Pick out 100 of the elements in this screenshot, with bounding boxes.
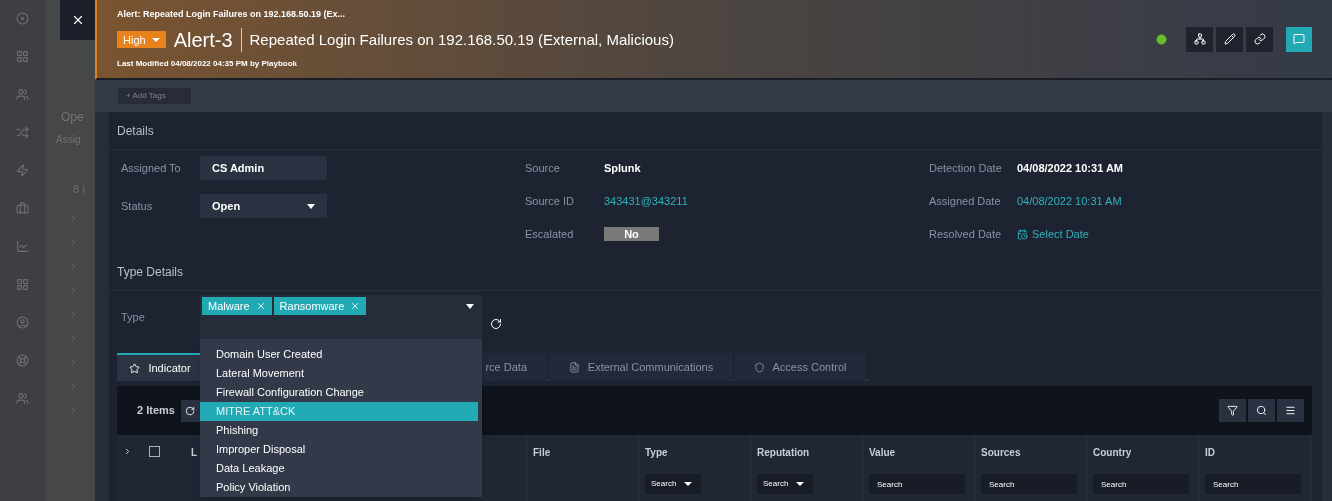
column-header: Sources <box>981 446 1021 460</box>
menu-icon <box>1285 405 1296 416</box>
column-filter-select[interactable]: Search <box>757 474 813 494</box>
last-modified: Last Modified 04/08/2022 04:35 PM by Playbook <box>117 57 299 70</box>
caret-icon <box>466 304 474 309</box>
link-button[interactable] <box>1246 26 1273 52</box>
remove-icon[interactable] <box>255 301 266 311</box>
remove-icon[interactable] <box>350 301 361 311</box>
search-button[interactable] <box>1248 399 1275 422</box>
briefcase-icon[interactable] <box>16 202 29 215</box>
hierarchy-button[interactable] <box>1186 26 1213 52</box>
type-tag: Ransomware <box>273 297 367 315</box>
type-option[interactable]: Phishing <box>200 421 478 440</box>
hierarchy-icon <box>1193 33 1206 45</box>
caret-icon <box>151 37 160 42</box>
users-icon[interactable] <box>16 88 29 101</box>
pencil-icon <box>1223 33 1236 45</box>
field-label: Escalated <box>525 226 575 242</box>
alert-id: Alert-3 <box>173 27 233 53</box>
shuffle-icon[interactable] <box>16 126 29 139</box>
chevron-icon[interactable] <box>69 213 78 223</box>
column-header: Country <box>1093 446 1132 460</box>
status-select[interactable]: Open <box>200 194 327 218</box>
star-icon <box>129 362 141 374</box>
expand-icon[interactable] <box>123 447 132 456</box>
select-date-link[interactable]: Select Date <box>1017 225 1089 243</box>
type-option[interactable]: Improper Disposal <box>200 440 478 459</box>
column-filter-field[interactable]: Search <box>1093 474 1189 494</box>
user-circle-icon[interactable] <box>16 316 29 329</box>
grid-icon[interactable] <box>16 50 29 63</box>
caret-icon <box>307 203 315 209</box>
chart-icon[interactable] <box>16 240 29 253</box>
chat-button[interactable] <box>1286 26 1312 52</box>
column-header: Value <box>869 446 896 460</box>
section-title: Type Details <box>117 263 184 281</box>
reset-icon[interactable] <box>490 318 502 330</box>
column-header: L <box>191 446 198 460</box>
edit-button[interactable] <box>1216 26 1243 52</box>
alert-title: Repeated Login Failures on 192.168.50.19 (External, Malicious) <box>249 29 674 50</box>
document-icon <box>568 361 580 373</box>
close-button[interactable] <box>60 0 95 40</box>
type-option[interactable]: Firewall Configuration Change <box>200 383 478 402</box>
item-count: 2 Items <box>137 403 175 419</box>
field-label: Assigned To <box>121 160 182 176</box>
filter-icon <box>1227 405 1238 416</box>
link-icon <box>1253 33 1266 45</box>
field-label: Status <box>121 198 154 214</box>
chevron-icon[interactable] <box>69 261 78 271</box>
filter-button[interactable] <box>1219 399 1246 422</box>
field-link[interactable]: 343431@343211 <box>604 192 688 210</box>
chevron-icon[interactable] <box>69 237 78 247</box>
refresh-icon <box>184 405 195 416</box>
chevron-icon[interactable] <box>69 405 78 415</box>
select-all-checkbox[interactable] <box>149 446 160 457</box>
section-title: Details <box>117 122 154 140</box>
disc-icon[interactable] <box>16 12 29 25</box>
tab[interactable]: External Communications <box>549 353 733 381</box>
field-label: Resolved Date <box>929 226 1003 242</box>
status-indicator-icon <box>1156 33 1167 45</box>
chevron-icon[interactable] <box>69 333 78 343</box>
type-option[interactable]: Policy Violation <box>200 478 478 497</box>
column-header: ID <box>1205 446 1215 460</box>
column-header: File <box>533 446 551 460</box>
field-label: Type <box>121 309 146 325</box>
type-option[interactable]: Data Leakage <box>200 459 478 478</box>
menu-button[interactable] <box>1277 399 1304 422</box>
field-value: 04/08/2022 10:31 AM <box>1017 160 1123 176</box>
calendar-icon <box>1017 228 1028 240</box>
tab[interactable]: Indicator <box>117 353 203 381</box>
chevron-icon[interactable] <box>69 357 78 367</box>
column-header: Type <box>645 446 668 460</box>
type-tag: Malware <box>202 297 272 315</box>
type-option[interactable]: Lateral Movement <box>200 364 478 383</box>
escalated-toggle[interactable]: No <box>604 227 659 241</box>
column-filter-field[interactable]: Search <box>869 474 965 494</box>
field-label: Source <box>525 160 561 176</box>
caret-icon <box>684 482 693 486</box>
chevron-icon[interactable] <box>69 309 78 319</box>
field-label: Source ID <box>525 193 575 209</box>
field-label: Assigned Date <box>929 193 1002 209</box>
chevron-icon[interactable] <box>69 285 78 295</box>
chevron-icon[interactable] <box>69 381 78 391</box>
shield-icon <box>753 361 765 373</box>
tab[interactable]: Access Control <box>735 353 865 381</box>
column-filter-field[interactable]: Search <box>981 474 1077 494</box>
field-value: Splunk <box>604 160 641 176</box>
add-tags-button[interactable]: + Add Tags <box>118 88 191 104</box>
column-filter-select[interactable]: Search <box>645 474 701 494</box>
type-option[interactable]: Domain User Created <box>200 345 478 364</box>
column-header: Reputation <box>757 446 810 460</box>
lifebuoy-icon[interactable] <box>16 354 29 367</box>
grid-icon[interactable] <box>16 278 29 291</box>
column-filter-field[interactable]: Search <box>1205 474 1301 494</box>
breadcrumb: Alert: Repeated Login Failures on 192.168.50.19 (Ex... <box>117 8 347 22</box>
assigned-to-field[interactable]: CS Admin <box>200 156 327 180</box>
users-icon[interactable] <box>16 392 29 405</box>
field-label: Detection Date <box>929 160 1003 176</box>
bolt-icon[interactable] <box>16 164 29 177</box>
field-link[interactable]: 04/08/2022 10:31 AM <box>1017 192 1122 210</box>
caret-icon <box>796 482 805 486</box>
